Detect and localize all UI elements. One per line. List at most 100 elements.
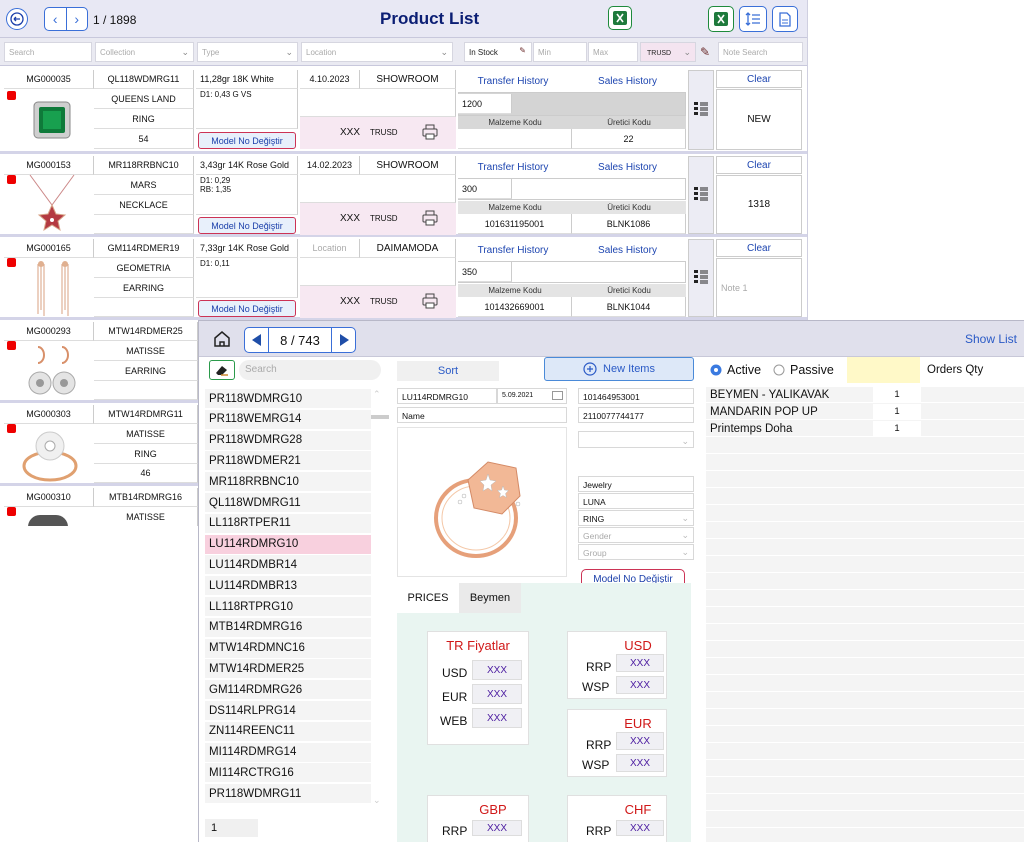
price-value[interactable]: XXX bbox=[616, 654, 664, 672]
status-dropdown[interactable]: ⌄ bbox=[578, 431, 694, 448]
model-list-item[interactable]: MTB14RDMRG16 bbox=[205, 617, 371, 638]
excel-icon[interactable] bbox=[708, 6, 734, 32]
collection-field[interactable]: LUNA bbox=[578, 493, 694, 509]
home-icon[interactable] bbox=[213, 330, 231, 347]
model-change-button[interactable]: Model No Değiştir bbox=[198, 132, 296, 149]
sales-history-link[interactable]: Sales History bbox=[570, 241, 685, 259]
transfer-history-link[interactable]: Transfer History bbox=[458, 241, 568, 259]
model-change-button[interactable]: Model No Değiştir bbox=[198, 217, 296, 234]
clear-eraser-icon[interactable]: ✎ bbox=[700, 45, 710, 59]
model-list-item[interactable]: PR118WDMRG28 bbox=[205, 430, 371, 451]
model-list-item[interactable]: ZN114REENC11 bbox=[205, 721, 371, 742]
order-row[interactable]: MANDARIN POP UP 1 bbox=[706, 404, 1024, 420]
model-list-item[interactable]: MI114RDMRG14 bbox=[205, 742, 371, 763]
document-icon[interactable] bbox=[772, 6, 798, 32]
list-scrollbar[interactable]: ⌃ ⌄ bbox=[371, 389, 389, 829]
details-list-icon[interactable] bbox=[688, 156, 714, 234]
model-list-item[interactable]: LU114RDMRG10 bbox=[205, 534, 371, 555]
price-value[interactable]: XXX bbox=[472, 820, 522, 836]
price-value[interactable]: XXX bbox=[472, 684, 522, 704]
eraser-button[interactable] bbox=[209, 360, 235, 380]
barcode-field-1[interactable]: 101464953001 bbox=[578, 388, 694, 404]
product-row[interactable]: MG000165 GM114RDMER19 GEOMETRIA EARRING … bbox=[0, 238, 807, 320]
note-text[interactable]: 1318 bbox=[716, 175, 802, 234]
chevron-left-icon[interactable]: ‹ bbox=[45, 11, 66, 27]
currency-filter[interactable]: TRUSD ⌄ bbox=[640, 42, 696, 62]
model-list-item[interactable]: LU114RDMBR13 bbox=[205, 576, 371, 597]
orders-qty-input[interactable] bbox=[847, 357, 920, 383]
location-filter[interactable]: Location ⌄ bbox=[301, 42, 453, 62]
search-input[interactable]: Search bbox=[239, 360, 381, 380]
details-list-icon[interactable] bbox=[688, 70, 714, 150]
order-qty[interactable]: 1 bbox=[873, 404, 921, 419]
model-list-item[interactable]: PR118WDMRG11 bbox=[205, 784, 371, 805]
model-change-button[interactable]: Model No Değiştir bbox=[198, 300, 296, 317]
collection-filter[interactable]: Collection ⌄ bbox=[95, 42, 194, 62]
sales-history-link[interactable]: Sales History bbox=[570, 72, 685, 90]
printer-icon[interactable] bbox=[422, 124, 438, 140]
order-qty[interactable]: 1 bbox=[873, 387, 921, 402]
sales-history-link[interactable]: Sales History bbox=[570, 158, 685, 176]
in-stock-filter[interactable]: In Stock ✎ bbox=[464, 42, 532, 62]
sort-button[interactable]: Sort bbox=[397, 361, 499, 381]
previous-arrow-icon[interactable] bbox=[245, 328, 269, 352]
model-list-item[interactable]: LL118RTPER11 bbox=[205, 513, 371, 534]
note-text[interactable]: NEW bbox=[716, 89, 802, 150]
price-value[interactable]: XXX bbox=[616, 820, 664, 836]
back-icon[interactable] bbox=[6, 8, 28, 30]
show-list-link[interactable]: Show List bbox=[965, 332, 1017, 346]
name-field[interactable]: Name bbox=[397, 407, 567, 423]
order-row[interactable]: Printemps Doha 1 bbox=[706, 421, 1024, 437]
transfer-history-link[interactable]: Transfer History bbox=[458, 72, 568, 90]
excel-export-icon[interactable] bbox=[608, 6, 632, 30]
model-list-item[interactable]: PR118WDMER21 bbox=[205, 451, 371, 472]
price-value[interactable]: XXX bbox=[616, 732, 664, 750]
search-filter[interactable]: Search bbox=[4, 42, 92, 62]
barcode-field-2[interactable]: 2110077744177 bbox=[578, 407, 694, 423]
page-number-field[interactable]: 1 bbox=[205, 819, 258, 837]
model-list-item[interactable]: GM114RDMRG26 bbox=[205, 680, 371, 701]
clear-link[interactable]: Clear bbox=[716, 239, 802, 257]
model-list-item[interactable]: MR118RRBNC10 bbox=[205, 472, 371, 493]
model-code-field[interactable]: LU114RDMRG10 bbox=[397, 388, 497, 404]
next-arrow-icon[interactable] bbox=[331, 328, 355, 352]
active-radio[interactable]: Active bbox=[710, 363, 761, 377]
max-filter[interactable]: Max bbox=[588, 42, 638, 62]
order-qty[interactable]: 1 bbox=[873, 421, 921, 436]
type-field[interactable]: RING ⌄ bbox=[578, 510, 694, 526]
model-list-item[interactable]: QL118WDMRG11 bbox=[205, 493, 371, 513]
clear-link[interactable]: Clear bbox=[716, 156, 802, 174]
printer-icon[interactable] bbox=[422, 293, 438, 309]
note-search-filter[interactable]: Note Search bbox=[718, 42, 803, 62]
new-items-button[interactable]: New Items bbox=[544, 357, 694, 381]
note-placeholder[interactable]: Note 1 bbox=[716, 258, 802, 317]
category-field[interactable]: Jewelry bbox=[578, 476, 694, 492]
passive-radio[interactable]: Passive bbox=[773, 363, 834, 377]
transfer-history-link[interactable]: Transfer History bbox=[458, 158, 568, 176]
model-list-item[interactable]: LL118RTPRG10 bbox=[205, 597, 371, 617]
model-list-item[interactable]: PR118WEMRG14 bbox=[205, 409, 371, 430]
printer-icon[interactable] bbox=[422, 210, 438, 226]
product-row[interactable]: MG000153 MR118RRBNC10 MARS NECKLACE 3,43… bbox=[0, 155, 807, 237]
clear-link[interactable]: Clear bbox=[716, 70, 802, 88]
price-value[interactable]: XXX bbox=[616, 754, 664, 772]
details-list-icon[interactable] bbox=[688, 239, 714, 317]
product-row[interactable]: MG000035 QL118WDMRG11 QUEENS LAND RING 5… bbox=[0, 68, 807, 154]
price-value[interactable]: XXX bbox=[616, 676, 664, 694]
tab-prices[interactable]: PRICES bbox=[397, 583, 459, 613]
chevron-right-icon[interactable]: › bbox=[66, 11, 87, 27]
gender-field[interactable]: Gender ⌄ bbox=[578, 527, 694, 543]
model-list-item[interactable]: DS114RLPRG14 bbox=[205, 701, 371, 721]
model-list-item[interactable]: LU114RDMBR14 bbox=[205, 555, 371, 576]
sort-list-icon[interactable] bbox=[739, 6, 767, 32]
model-list-item[interactable]: PR118WDMRG10 bbox=[205, 389, 371, 409]
model-list-item[interactable]: MTW14RDMER25 bbox=[205, 659, 371, 680]
model-list-item[interactable]: MTW14RDMNC16 bbox=[205, 638, 371, 659]
order-row[interactable]: BEYMEN - YALIKAVAK 1 bbox=[706, 387, 1024, 403]
type-filter[interactable]: Type ⌄ bbox=[197, 42, 298, 62]
tab-beymen[interactable]: Beymen bbox=[459, 583, 521, 613]
group-field[interactable]: Group ⌄ bbox=[578, 544, 694, 560]
min-filter[interactable]: Min bbox=[533, 42, 587, 62]
price-value[interactable]: XXX bbox=[472, 708, 522, 728]
date-field[interactable]: 5.09.2021 bbox=[497, 388, 567, 404]
